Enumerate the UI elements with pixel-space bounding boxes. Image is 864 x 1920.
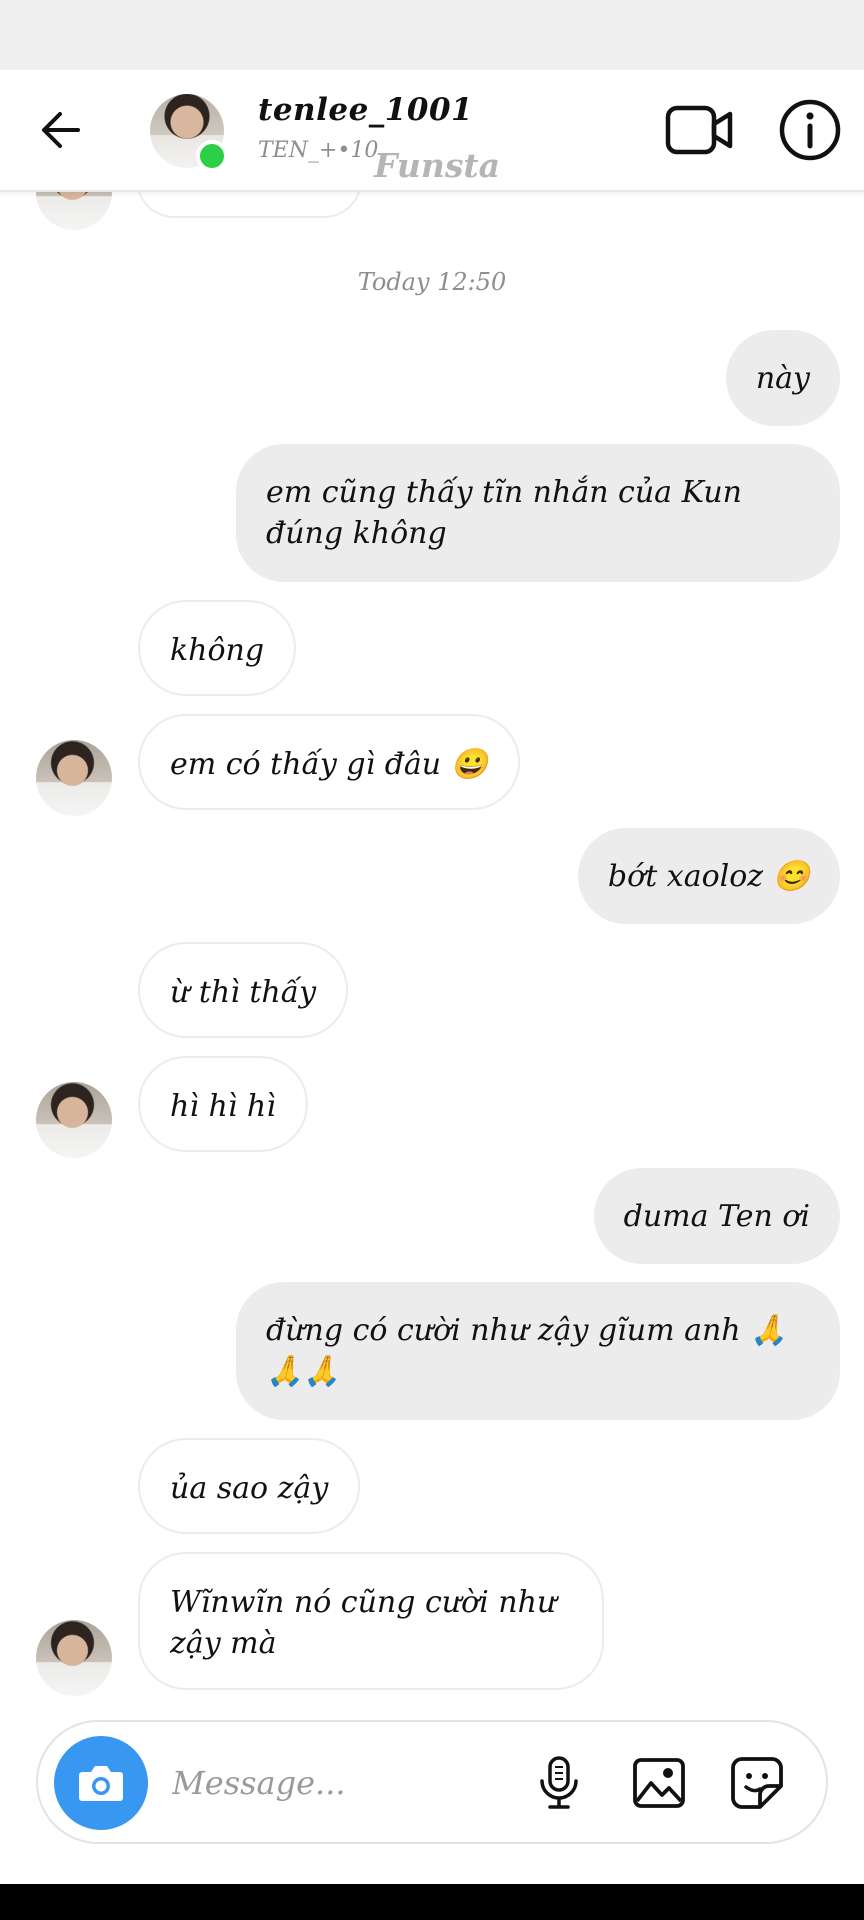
contact-username[interactable]: tenlee_1001 <box>258 92 473 128</box>
status-bar <box>0 0 864 70</box>
online-status-dot <box>196 140 228 172</box>
gallery-button[interactable] <box>628 1752 690 1814</box>
app-watermark: Funsta <box>374 146 501 185</box>
outgoing-message[interactable]: em cũng thấy tĩn nhắn của Kun đúng không <box>236 444 840 582</box>
microphone-icon <box>540 1756 578 1809</box>
avatar <box>36 740 112 816</box>
back-arrow-icon <box>42 112 80 148</box>
video-call-button[interactable] <box>664 98 736 162</box>
gallery-icon <box>633 1758 685 1808</box>
avatar <box>36 1620 112 1696</box>
sticker-icon <box>731 1757 783 1809</box>
incoming-message[interactable]: không <box>138 600 297 696</box>
camera-icon <box>79 1766 123 1801</box>
message-thread[interactable]: Today 12:50 này em cũng thấy tĩn nhắn củ… <box>0 154 864 1710</box>
avatar <box>36 1082 112 1158</box>
back-button[interactable] <box>28 98 92 162</box>
camera-button[interactable] <box>54 1736 148 1830</box>
info-button[interactable] <box>776 96 844 164</box>
outgoing-message[interactable]: duma Ten ơi <box>593 1168 840 1264</box>
incoming-message[interactable]: hì hì hì <box>138 1056 308 1152</box>
incoming-message[interactable]: Wĩnwĩn nó cũng cười như zậy mà <box>138 1552 604 1690</box>
outgoing-message[interactable]: đừng có cười như zậy gĩum anh 🙏🙏🙏 <box>236 1282 840 1420</box>
video-call-icon <box>665 105 733 155</box>
outgoing-message[interactable]: này <box>725 330 840 426</box>
contact-subtitle: TEN_+•10 <box>258 138 379 163</box>
voice-message-button[interactable] <box>528 1752 590 1814</box>
navigation-bar <box>0 1884 864 1920</box>
incoming-message[interactable]: ủa sao zậy <box>138 1438 361 1534</box>
chat-header: tenlee_1001 TEN_+•10 Funsta <box>0 70 864 192</box>
message-input[interactable] <box>170 1752 554 1814</box>
incoming-message[interactable]: ừ thì thấy <box>138 942 349 1038</box>
info-icon <box>779 99 841 161</box>
outgoing-message[interactable]: bớt xaoloz 😊 <box>577 828 840 924</box>
profile-avatar[interactable] <box>150 94 228 172</box>
incoming-message[interactable]: em có thấy gì đâu 😀 <box>138 714 521 810</box>
sticker-button[interactable] <box>726 1752 788 1814</box>
timestamp: Today 12:50 <box>357 268 507 296</box>
message-composer <box>36 1720 828 1844</box>
